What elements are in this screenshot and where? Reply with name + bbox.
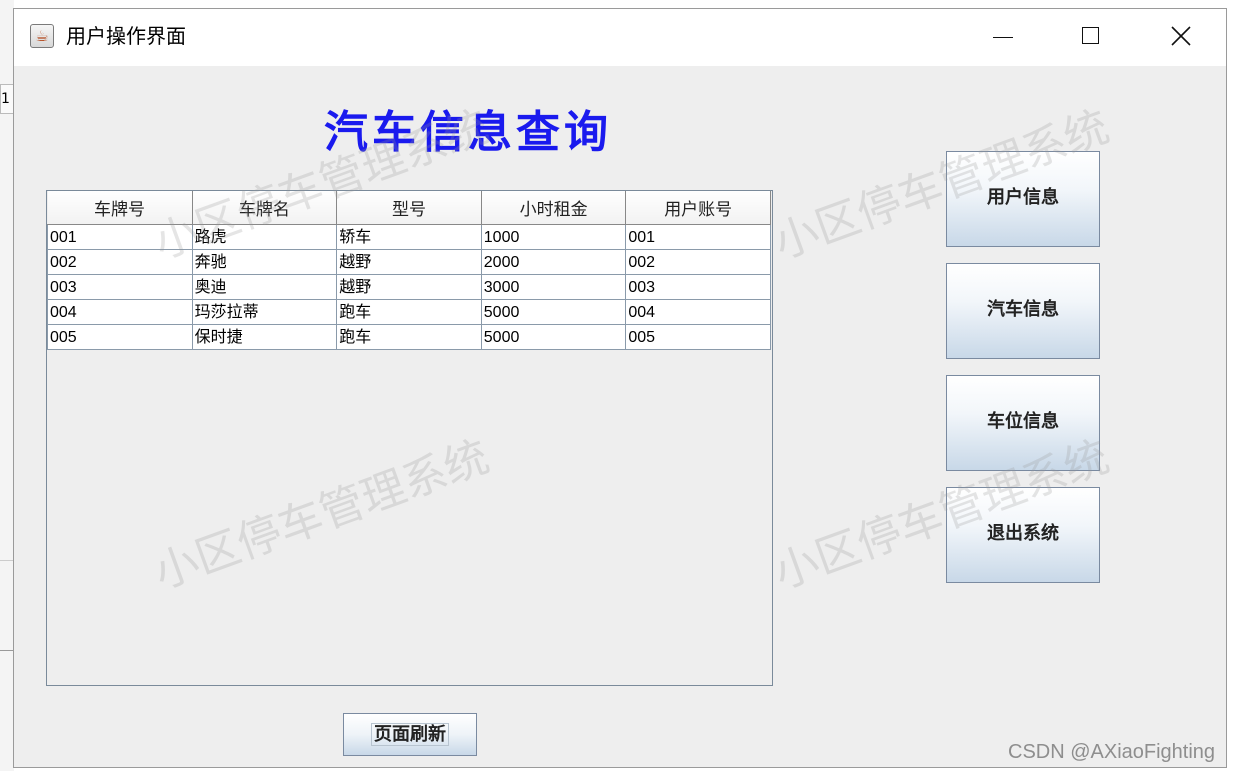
table-cell[interactable]: 轿车	[336, 224, 482, 250]
table-row[interactable]: 003 奥迪 越野 3000 003	[47, 274, 771, 300]
column-header[interactable]: 车牌名	[192, 191, 338, 225]
background-divider	[0, 560, 14, 561]
table-cell[interactable]: 5000	[480, 324, 627, 350]
table-cell[interactable]: 005	[625, 324, 771, 350]
table-cell[interactable]: 保时捷	[191, 324, 338, 350]
table-cell[interactable]: 004	[47, 299, 193, 325]
table-cell[interactable]: 1000	[480, 224, 627, 250]
column-header[interactable]: 车牌号	[47, 191, 193, 225]
credit-watermark: CSDN @AXiaoFighting	[1008, 741, 1216, 763]
table-cell[interactable]: 001	[47, 224, 193, 250]
table-header-row: 车牌号 车牌名 型号 小时租金 用户账号	[47, 191, 771, 225]
car-table-scrollpane[interactable]: 车牌号 车牌名 型号 小时租金 用户账号 001 路虎 轿车 1000 001 …	[46, 190, 773, 686]
window-title: 用户操作界面	[66, 24, 186, 48]
background-window: 1	[0, 0, 14, 771]
background-fragment: 1	[0, 84, 14, 114]
refresh-button-label: 页面刷新	[371, 723, 449, 746]
background-divider	[0, 650, 14, 651]
maximize-button[interactable]	[1068, 19, 1114, 55]
table-cell[interactable]: 奔驰	[191, 249, 338, 275]
car-info-button[interactable]: 汽车信息	[946, 263, 1100, 359]
app-window: ☕ 用户操作界面 汽车信息查询 车牌号 车牌名 型号 小时租金 用户账号 001…	[13, 8, 1227, 768]
refresh-button[interactable]: 页面刷新	[343, 713, 477, 756]
table-cell[interactable]: 004	[625, 299, 771, 325]
page-heading: 汽车信息查询	[324, 107, 612, 158]
user-info-button[interactable]: 用户信息	[946, 151, 1100, 247]
close-button[interactable]	[1158, 19, 1204, 55]
column-header[interactable]: 型号	[336, 191, 482, 225]
column-header[interactable]: 用户账号	[625, 191, 771, 225]
table-row[interactable]: 001 路虎 轿车 1000 001	[47, 224, 771, 250]
table-cell[interactable]: 跑车	[336, 324, 482, 350]
title-bar[interactable]: ☕ 用户操作界面	[14, 9, 1226, 66]
minimize-icon	[993, 37, 1013, 38]
table-cell[interactable]: 跑车	[336, 299, 482, 325]
table-cell[interactable]: 003	[47, 274, 193, 300]
table-row[interactable]: 005 保时捷 跑车 5000 005	[47, 324, 771, 350]
car-table: 车牌号 车牌名 型号 小时租金 用户账号 001 路虎 轿车 1000 001 …	[47, 191, 771, 350]
table-cell[interactable]: 003	[625, 274, 771, 300]
space-info-button[interactable]: 车位信息	[946, 375, 1100, 471]
maximize-icon	[1082, 27, 1099, 44]
table-cell[interactable]: 3000	[480, 274, 627, 300]
table-cell[interactable]: 002	[625, 249, 771, 275]
table-cell[interactable]: 002	[47, 249, 193, 275]
table-cell[interactable]: 001	[625, 224, 771, 250]
exit-system-button[interactable]: 退出系统	[946, 487, 1100, 583]
table-cell[interactable]: 奥迪	[191, 274, 338, 300]
table-cell[interactable]: 玛莎拉蒂	[191, 299, 338, 325]
table-cell[interactable]: 005	[47, 324, 193, 350]
close-icon	[1171, 26, 1191, 46]
table-cell[interactable]: 越野	[336, 274, 482, 300]
table-cell[interactable]: 越野	[336, 249, 482, 275]
table-row[interactable]: 004 玛莎拉蒂 跑车 5000 004	[47, 299, 771, 325]
table-cell[interactable]: 2000	[480, 249, 627, 275]
table-cell[interactable]: 路虎	[191, 224, 338, 250]
java-cup-icon: ☕	[30, 24, 54, 48]
table-row[interactable]: 002 奔驰 越野 2000 002	[47, 249, 771, 275]
column-header[interactable]: 小时租金	[481, 191, 627, 225]
minimize-button[interactable]	[980, 19, 1026, 55]
table-cell[interactable]: 5000	[480, 299, 627, 325]
